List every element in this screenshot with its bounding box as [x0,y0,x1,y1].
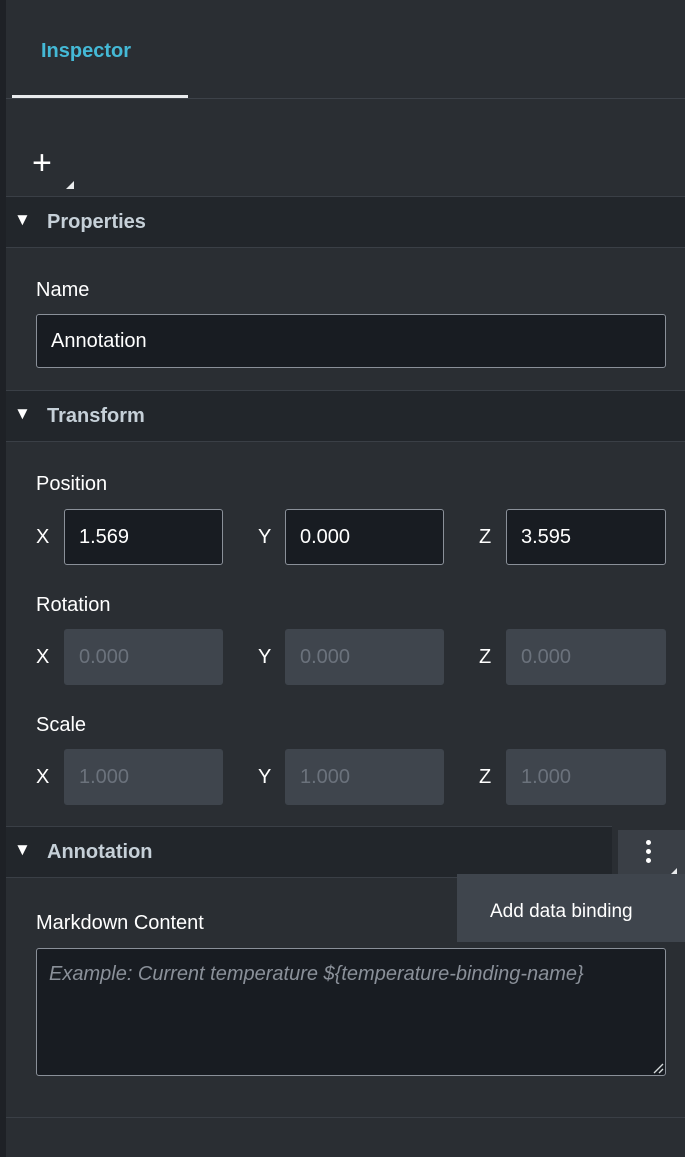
rotation-z-axis-label: Z [479,646,492,668]
caret-down-icon: ▼ [14,840,31,859]
scale-label: Scale [36,714,87,736]
rotation-y-axis-label: Y [258,646,272,668]
position-label: Position [36,473,108,495]
rotation-y-input[interactable] [285,629,444,685]
dropdown-indicator-icon [66,181,74,189]
position-x-input[interactable] [64,509,223,565]
section-title-properties: Properties [47,211,146,233]
markdown-content-textarea[interactable] [36,948,666,1076]
markdown-content-label: Markdown Content [36,912,204,934]
section-title-transform: Transform [47,405,145,427]
more-vertical-icon [646,840,652,867]
position-z-input[interactable] [506,509,666,565]
resize-handle-icon[interactable] [652,1062,664,1074]
rotation-x-input[interactable] [64,629,223,685]
section-title-annotation: Annotation [47,841,153,863]
position-y-input[interactable] [285,509,444,565]
scale-x-axis-label: X [36,766,50,788]
transform-section-header[interactable]: ▼ Transform [6,390,685,442]
rotation-x-axis-label: X [36,646,50,668]
add-data-binding-menu-item[interactable]: Add data binding [490,901,633,923]
scale-z-axis-label: Z [479,766,492,788]
position-z-axis-label: Z [479,526,492,548]
scale-y-axis-label: Y [258,766,272,788]
name-input[interactable] [36,314,666,368]
position-x-axis-label: X [36,526,50,548]
scale-x-input[interactable] [64,749,223,805]
position-y-axis-label: Y [258,526,272,548]
annotation-menu-dropdown: Add data binding [457,874,685,942]
plus-icon: + [32,144,52,182]
tab-inspector[interactable]: Inspector [12,0,188,98]
caret-down-icon: ▼ [14,404,31,423]
tab-bar: Inspector [6,0,685,99]
name-label: Name [36,279,90,301]
section-divider [6,1117,685,1118]
tab-active-indicator [12,95,188,98]
scale-y-input[interactable] [285,749,444,805]
annotation-section-header[interactable]: ▼ Annotation [6,826,612,878]
rotation-z-input[interactable] [506,629,666,685]
inspector-panel: Inspector + ▼ Properties Name ▼ Transfor… [6,0,685,1157]
properties-section-header[interactable]: ▼ Properties [6,196,685,248]
rotation-label: Rotation [36,594,111,616]
scale-z-input[interactable] [506,749,666,805]
caret-down-icon: ▼ [14,210,31,229]
